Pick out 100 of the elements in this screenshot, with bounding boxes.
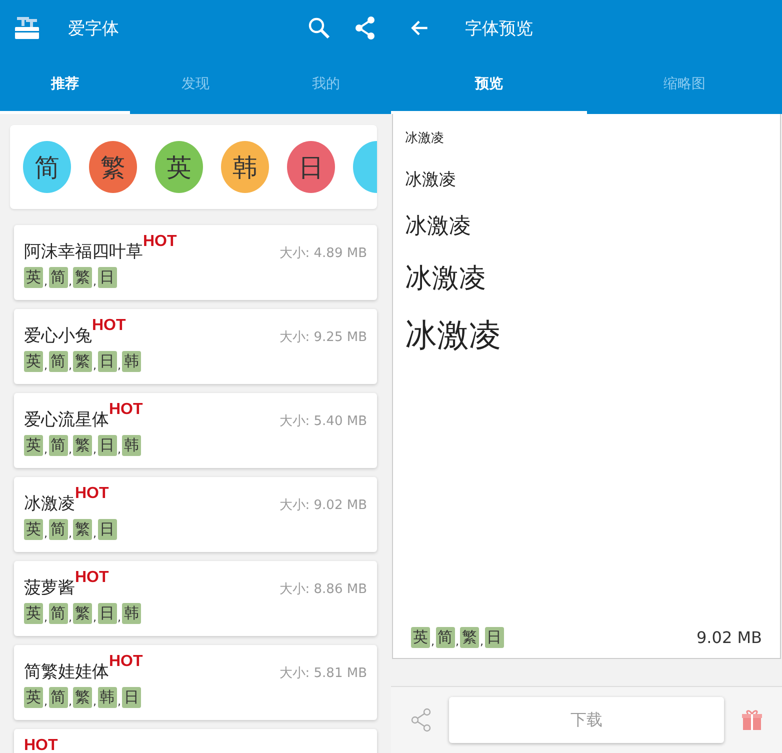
hot-label: HOT	[109, 401, 143, 419]
hot-label: HOT	[143, 233, 177, 251]
language-tag: 英	[24, 435, 43, 456]
separator: ,	[92, 527, 98, 540]
separator: ,	[116, 359, 122, 372]
language-tag: 繁	[73, 435, 92, 456]
share-icon[interactable]	[409, 708, 433, 732]
font-card[interactable]: HOT	[14, 729, 377, 753]
separator: ,	[43, 611, 48, 624]
font-name: 菠萝酱	[24, 577, 75, 599]
language-tag: 繁	[73, 603, 92, 624]
language-tag: 英	[24, 267, 43, 288]
language-tag: 简	[48, 435, 68, 456]
language-tag: 简	[48, 267, 68, 288]
language-tag: 繁	[460, 627, 479, 648]
font-size-label: 大小: 9.02 MB	[279, 497, 367, 514]
separator: ,	[116, 443, 122, 456]
language-tag: 日	[98, 519, 116, 540]
language-tag: 简	[48, 351, 68, 372]
font-size-label: 大小: 9.25 MB	[279, 329, 367, 346]
language-tag: 韩	[122, 603, 141, 624]
separator: ,	[430, 635, 436, 648]
language-tag: 日	[98, 267, 116, 288]
language-tag: 日	[122, 687, 141, 708]
font-size-label: 大小: 5.81 MB	[279, 665, 367, 682]
font-card[interactable]: 爱心流星体HOT 大小: 5.40 MB 英 , 简 , 繁 , 日 , 韩	[14, 393, 377, 468]
hot-label: HOT	[75, 569, 109, 587]
font-sample: 冰激凌	[405, 265, 486, 292]
separator: ,	[116, 611, 122, 624]
font-app-logo-icon	[14, 15, 40, 41]
separator: ,	[43, 695, 48, 708]
separator: ,	[454, 635, 460, 648]
language-tag: 英	[24, 687, 43, 708]
font-name: 阿沫幸福四叶草	[24, 241, 143, 263]
hot-label: HOT	[75, 485, 109, 503]
category-button[interactable]: 韩	[221, 141, 269, 193]
search-icon[interactable]	[307, 16, 331, 40]
language-tag: 简	[436, 627, 454, 648]
language-tag: 韩	[98, 687, 116, 708]
category-button[interactable]: 繁	[89, 141, 137, 193]
language-tag: 英	[411, 627, 430, 648]
separator: ,	[68, 443, 73, 456]
language-tag: 韩	[122, 435, 141, 456]
separator: ,	[92, 359, 98, 372]
screen-title: 字体预览	[465, 18, 533, 40]
font-sample: 冰激凌	[405, 132, 444, 145]
separator: ,	[92, 611, 98, 624]
font-size-label: 大小: 4.89 MB	[279, 245, 367, 262]
separator: ,	[43, 443, 48, 456]
language-tag: 英	[24, 603, 43, 624]
category-button[interactable]: 简	[23, 141, 71, 193]
font-size-label: 大小: 8.86 MB	[279, 581, 367, 598]
separator: ,	[43, 527, 48, 540]
hot-label: HOT	[92, 317, 126, 335]
language-tag: 英	[24, 351, 43, 372]
separator: ,	[68, 527, 73, 540]
separator: ,	[68, 359, 73, 372]
category-button[interactable]: 日	[287, 141, 335, 193]
language-tag: 繁	[73, 351, 92, 372]
language-tag: 日	[98, 603, 116, 624]
separator: ,	[92, 443, 98, 456]
font-card[interactable]: 菠萝酱HOT 大小: 8.86 MB 英 , 简 , 繁 , 日 , 韩	[14, 561, 377, 636]
hot-label: HOT	[109, 653, 143, 671]
gift-icon[interactable]	[740, 708, 764, 732]
font-card[interactable]: 简繁娃娃体HOT 大小: 5.81 MB 英 , 简 , 繁 , 韩 , 日	[14, 645, 377, 720]
font-name: 冰激凌	[24, 493, 75, 515]
separator: ,	[43, 275, 48, 288]
separator: ,	[68, 275, 73, 288]
language-tag: 繁	[73, 687, 92, 708]
share-icon[interactable]	[353, 16, 377, 40]
language-tag: 简	[48, 519, 68, 540]
file-size: 9.02 MB	[696, 628, 762, 647]
font-size-label: 大小: 5.40 MB	[279, 413, 367, 430]
language-tag: 简	[48, 603, 68, 624]
font-sample: 冰激凌	[405, 172, 456, 189]
font-name: 简繁娃娃体	[24, 661, 109, 683]
tab[interactable]: 推荐	[0, 56, 130, 114]
font-sample: 冰激凌	[405, 216, 471, 238]
font-card[interactable]: 爱心小兔HOT 大小: 9.25 MB 英 , 简 , 繁 , 日 , 韩	[14, 309, 377, 384]
separator: ,	[479, 635, 484, 648]
language-tag: 英	[24, 519, 43, 540]
separator: ,	[92, 695, 98, 708]
language-tag: 繁	[73, 267, 92, 288]
hot-label: HOT	[24, 737, 58, 753]
category-button[interactable]: 英	[155, 141, 203, 193]
app-title: 爱字体	[68, 18, 119, 40]
language-tag: 日	[484, 627, 504, 648]
font-sample: 冰激凌	[405, 319, 501, 351]
language-tag: 简	[48, 687, 68, 708]
separator: ,	[68, 695, 73, 708]
font-name: 爱心流星体	[24, 409, 109, 431]
separator: ,	[92, 275, 98, 288]
font-card[interactable]: 阿沫幸福四叶草HOT 大小: 4.89 MB 英 , 简 , 繁 , 日	[14, 225, 377, 300]
language-tag: 日	[98, 351, 116, 372]
font-card[interactable]: 冰激凌HOT 大小: 9.02 MB 英 , 简 , 繁 , 日	[14, 477, 377, 552]
language-tag: 韩	[122, 351, 141, 372]
language-tag: 日	[98, 435, 116, 456]
separator: ,	[116, 695, 122, 708]
language-tag: 繁	[73, 519, 92, 540]
separator: ,	[68, 611, 73, 624]
